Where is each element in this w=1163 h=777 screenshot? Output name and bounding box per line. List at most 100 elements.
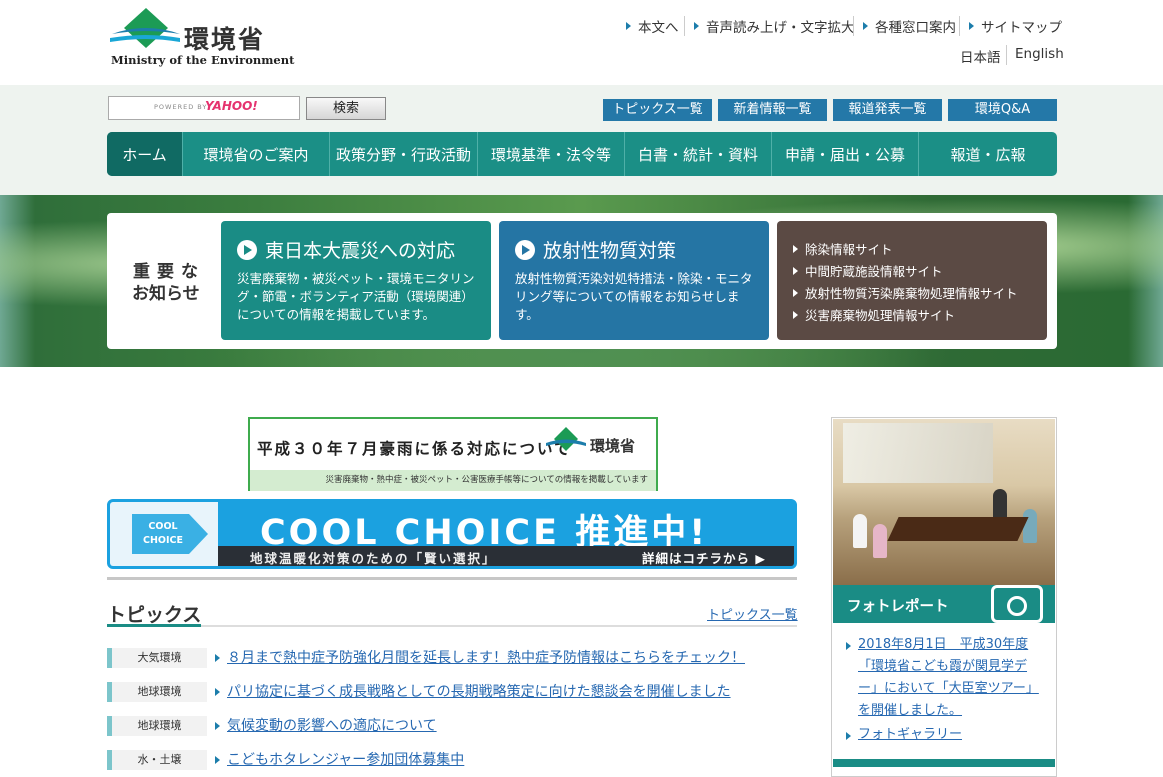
cool-choice-more: 詳細はコチラから ▶ (642, 551, 766, 566)
play-circle-icon (515, 239, 535, 260)
photo-gallery-link[interactable]: フォトギャラリー (846, 724, 962, 746)
news-list-button[interactable]: 新着情報一覧 (718, 99, 827, 121)
notice-label-line2: お知らせ (132, 284, 200, 304)
arrow-right-icon (215, 654, 220, 662)
util-link-label: 各種窓口案内 (875, 20, 956, 36)
banner-title: 平成３０年７月豪雨に係る対応について (257, 439, 572, 458)
util-link-label: 音声読み上げ・文字拡大 (706, 20, 855, 36)
util-link-label: 本文へ (638, 20, 679, 36)
topic-category: 地球環境 (107, 716, 207, 736)
util-link-contact[interactable]: 各種窓口案内 (863, 15, 956, 37)
arrow-right-icon (215, 688, 220, 696)
topic-category: 水・土壌 (107, 750, 207, 770)
nav-home[interactable]: ホーム (107, 132, 183, 176)
photo-report-bar[interactable]: フォトレポート (833, 585, 1055, 623)
nav-standards[interactable]: 環境基準・法令等 (478, 132, 625, 176)
radiation-card[interactable]: 放射性物質対策 放射性物質汚染対処特措法・除染・モニタリング等についての情報をお… (499, 221, 769, 340)
info-sites-card: 除染情報サイト 中間貯蔵施設情報サイト 放射性物質汚染廃棄物処理情報サイト 災害… (777, 221, 1047, 340)
photo-report-link-line: 2018年8月1日 平成30年度 (858, 637, 1029, 652)
nav-press[interactable]: 報道・広報 (919, 132, 1057, 176)
divider (684, 16, 685, 36)
photo-person (873, 524, 887, 558)
photo-report-link-line: ー」において「大臣室ツアー」 (858, 681, 1039, 696)
search-input[interactable]: POWERED BY YAHOO! (108, 96, 300, 120)
earthquake-card[interactable]: 東日本大震災への対応 災害廃棄物・被災ペット・環境モニタリング・節電・ボランティ… (221, 221, 491, 340)
search-powered-label: POWERED BY (154, 103, 208, 111)
topic-link[interactable]: 気候変動の影響への適応について (227, 716, 437, 736)
card-description: 放射性物質汚染対処特措法・除染・モニタリング等についての情報をお知らせします。 (515, 271, 753, 322)
yahoo-logo: YAHOO! (205, 99, 258, 113)
arrow-right-icon (969, 22, 974, 30)
qa-button[interactable]: 環境Q&A (948, 99, 1057, 121)
link-interim-storage[interactable]: 中間貯蔵施設情報サイト (793, 261, 943, 280)
nav-application[interactable]: 申請・届出・公募 (772, 132, 919, 176)
nav-about[interactable]: 環境省のご案内 (183, 132, 330, 176)
cool-choice-banner[interactable]: COOL CHOICE COOL CHOICE 推進中! 地球温暖化対策のための… (107, 499, 797, 569)
search-button[interactable]: 検索 (306, 97, 386, 120)
nav-policy[interactable]: 政策分野・行政活動 (330, 132, 478, 176)
nav-whitepaper[interactable]: 白書・統計・資料 (625, 132, 772, 176)
logo-text-jp: 環境省 (184, 25, 266, 54)
arrow-right-icon (694, 22, 699, 30)
cool-choice-subtitle: 地球温暖化対策のための「賢い選択」 (250, 551, 497, 566)
util-link-skip[interactable]: 本文へ (626, 15, 679, 37)
link-disaster-waste[interactable]: 災害廃棄物処理情報サイト (793, 305, 955, 324)
topics-heading-accent (107, 624, 201, 627)
divider (107, 577, 797, 580)
topic-link[interactable]: パリ協定に基づく成長戦略としての長期戦略策定に向けた懇談会を開催しました (227, 682, 731, 702)
camera-lens (1007, 596, 1027, 616)
photo-report-title: フォトレポート (847, 599, 949, 615)
photo-report-link-line: を開催しました。 (858, 703, 963, 718)
lang-japanese[interactable]: 日本語 (960, 46, 1001, 66)
ministry-logo[interactable]: 環境省 Ministry of the Environment (108, 6, 294, 68)
arrow-right-icon (863, 22, 868, 30)
link-decontamination[interactable]: 除染情報サイト (793, 239, 893, 258)
logo-text-en: Ministry of the Environment (111, 53, 295, 67)
photo-gallery-label: フォトギャラリー (858, 727, 963, 742)
arrow-right-icon (846, 642, 851, 650)
topic-link[interactable]: ８月まで熱中症予防強化月間を延長します！熱中症予防情報はこちらをチェック！ (227, 648, 745, 668)
photo-report-link-line: 「環境省こども霞が関見学デ (858, 659, 1028, 674)
util-link-label: サイトマップ (981, 20, 1062, 36)
util-link-sitemap[interactable]: サイトマップ (969, 15, 1062, 37)
side-next-bar (833, 759, 1055, 767)
topics-all-link[interactable]: トピックス一覧 (707, 604, 798, 623)
arrow-right-icon (215, 722, 220, 730)
card-title: 放射性物質対策 (543, 240, 677, 262)
topic-category: 地球環境 (107, 682, 207, 702)
photo-person (1023, 509, 1037, 543)
banner-brand: 環境省 (590, 437, 636, 455)
topics-list-button[interactable]: トピックス一覧 (603, 99, 712, 121)
card-title: 東日本大震災への対応 (265, 240, 456, 262)
play-circle-icon (237, 239, 257, 260)
photo-report-image[interactable] (833, 419, 1055, 585)
photo-table (887, 517, 1029, 541)
press-list-button[interactable]: 報道発表一覧 (833, 99, 942, 121)
photo-person (853, 514, 867, 548)
divider (1006, 45, 1007, 65)
topic-row: 地球環境 気候変動の影響への適応について (107, 716, 797, 738)
util-link-speech[interactable]: 音声読み上げ・文字拡大 (694, 15, 855, 37)
topics-heading-rule (107, 625, 797, 627)
divider (959, 16, 960, 36)
lang-english[interactable]: English (1015, 46, 1064, 62)
arrow-right-icon (626, 22, 631, 30)
topic-row: 水・土壌 こどもホタレンジャー参加団体募集中 (107, 750, 797, 772)
arrow-right-icon (215, 756, 220, 764)
ministry-logo-icon (110, 8, 180, 48)
photo-report-link[interactable]: 2018年8月1日 平成30年度 「環境省こども霞が関見学デ ー」において「大臣… (846, 634, 1039, 722)
card-description: 災害廃棄物・被災ペット・環境モニタリング・節電・ボランティア活動（環境関連）につ… (237, 271, 475, 322)
global-nav: ホーム 環境省のご案内 政策分野・行政活動 環境基準・法令等 白書・統計・資料 … (107, 132, 1057, 176)
arrow-right-icon (846, 732, 851, 740)
ministry-logo-icon (546, 427, 586, 451)
topics-heading: トピックス (107, 604, 202, 626)
link-contaminated-waste[interactable]: 放射性物質汚染廃棄物処理情報サイト (793, 283, 1018, 302)
topic-row: 地球環境 パリ協定に基づく成長戦略としての長期戦略策定に向けた懇談会を開催しまし… (107, 682, 797, 704)
topic-link[interactable]: こどもホタレンジャー参加団体募集中 (227, 750, 464, 770)
heavy-rain-banner[interactable]: 平成３０年７月豪雨に係る対応について 環境省 災害廃棄物・熱中症・被災ペット・公… (248, 417, 658, 491)
photo-window (843, 423, 993, 483)
topic-row: 大気環境 ８月まで熱中症予防強化月間を延長します！熱中症予防情報はこちらをチェッ… (107, 648, 797, 670)
divider (853, 16, 854, 36)
banner-subtitle: 災害廃棄物・熱中症・被災ペット・公害医療手帳等についての情報を掲載しています (250, 470, 656, 491)
camera-icon (991, 585, 1043, 623)
